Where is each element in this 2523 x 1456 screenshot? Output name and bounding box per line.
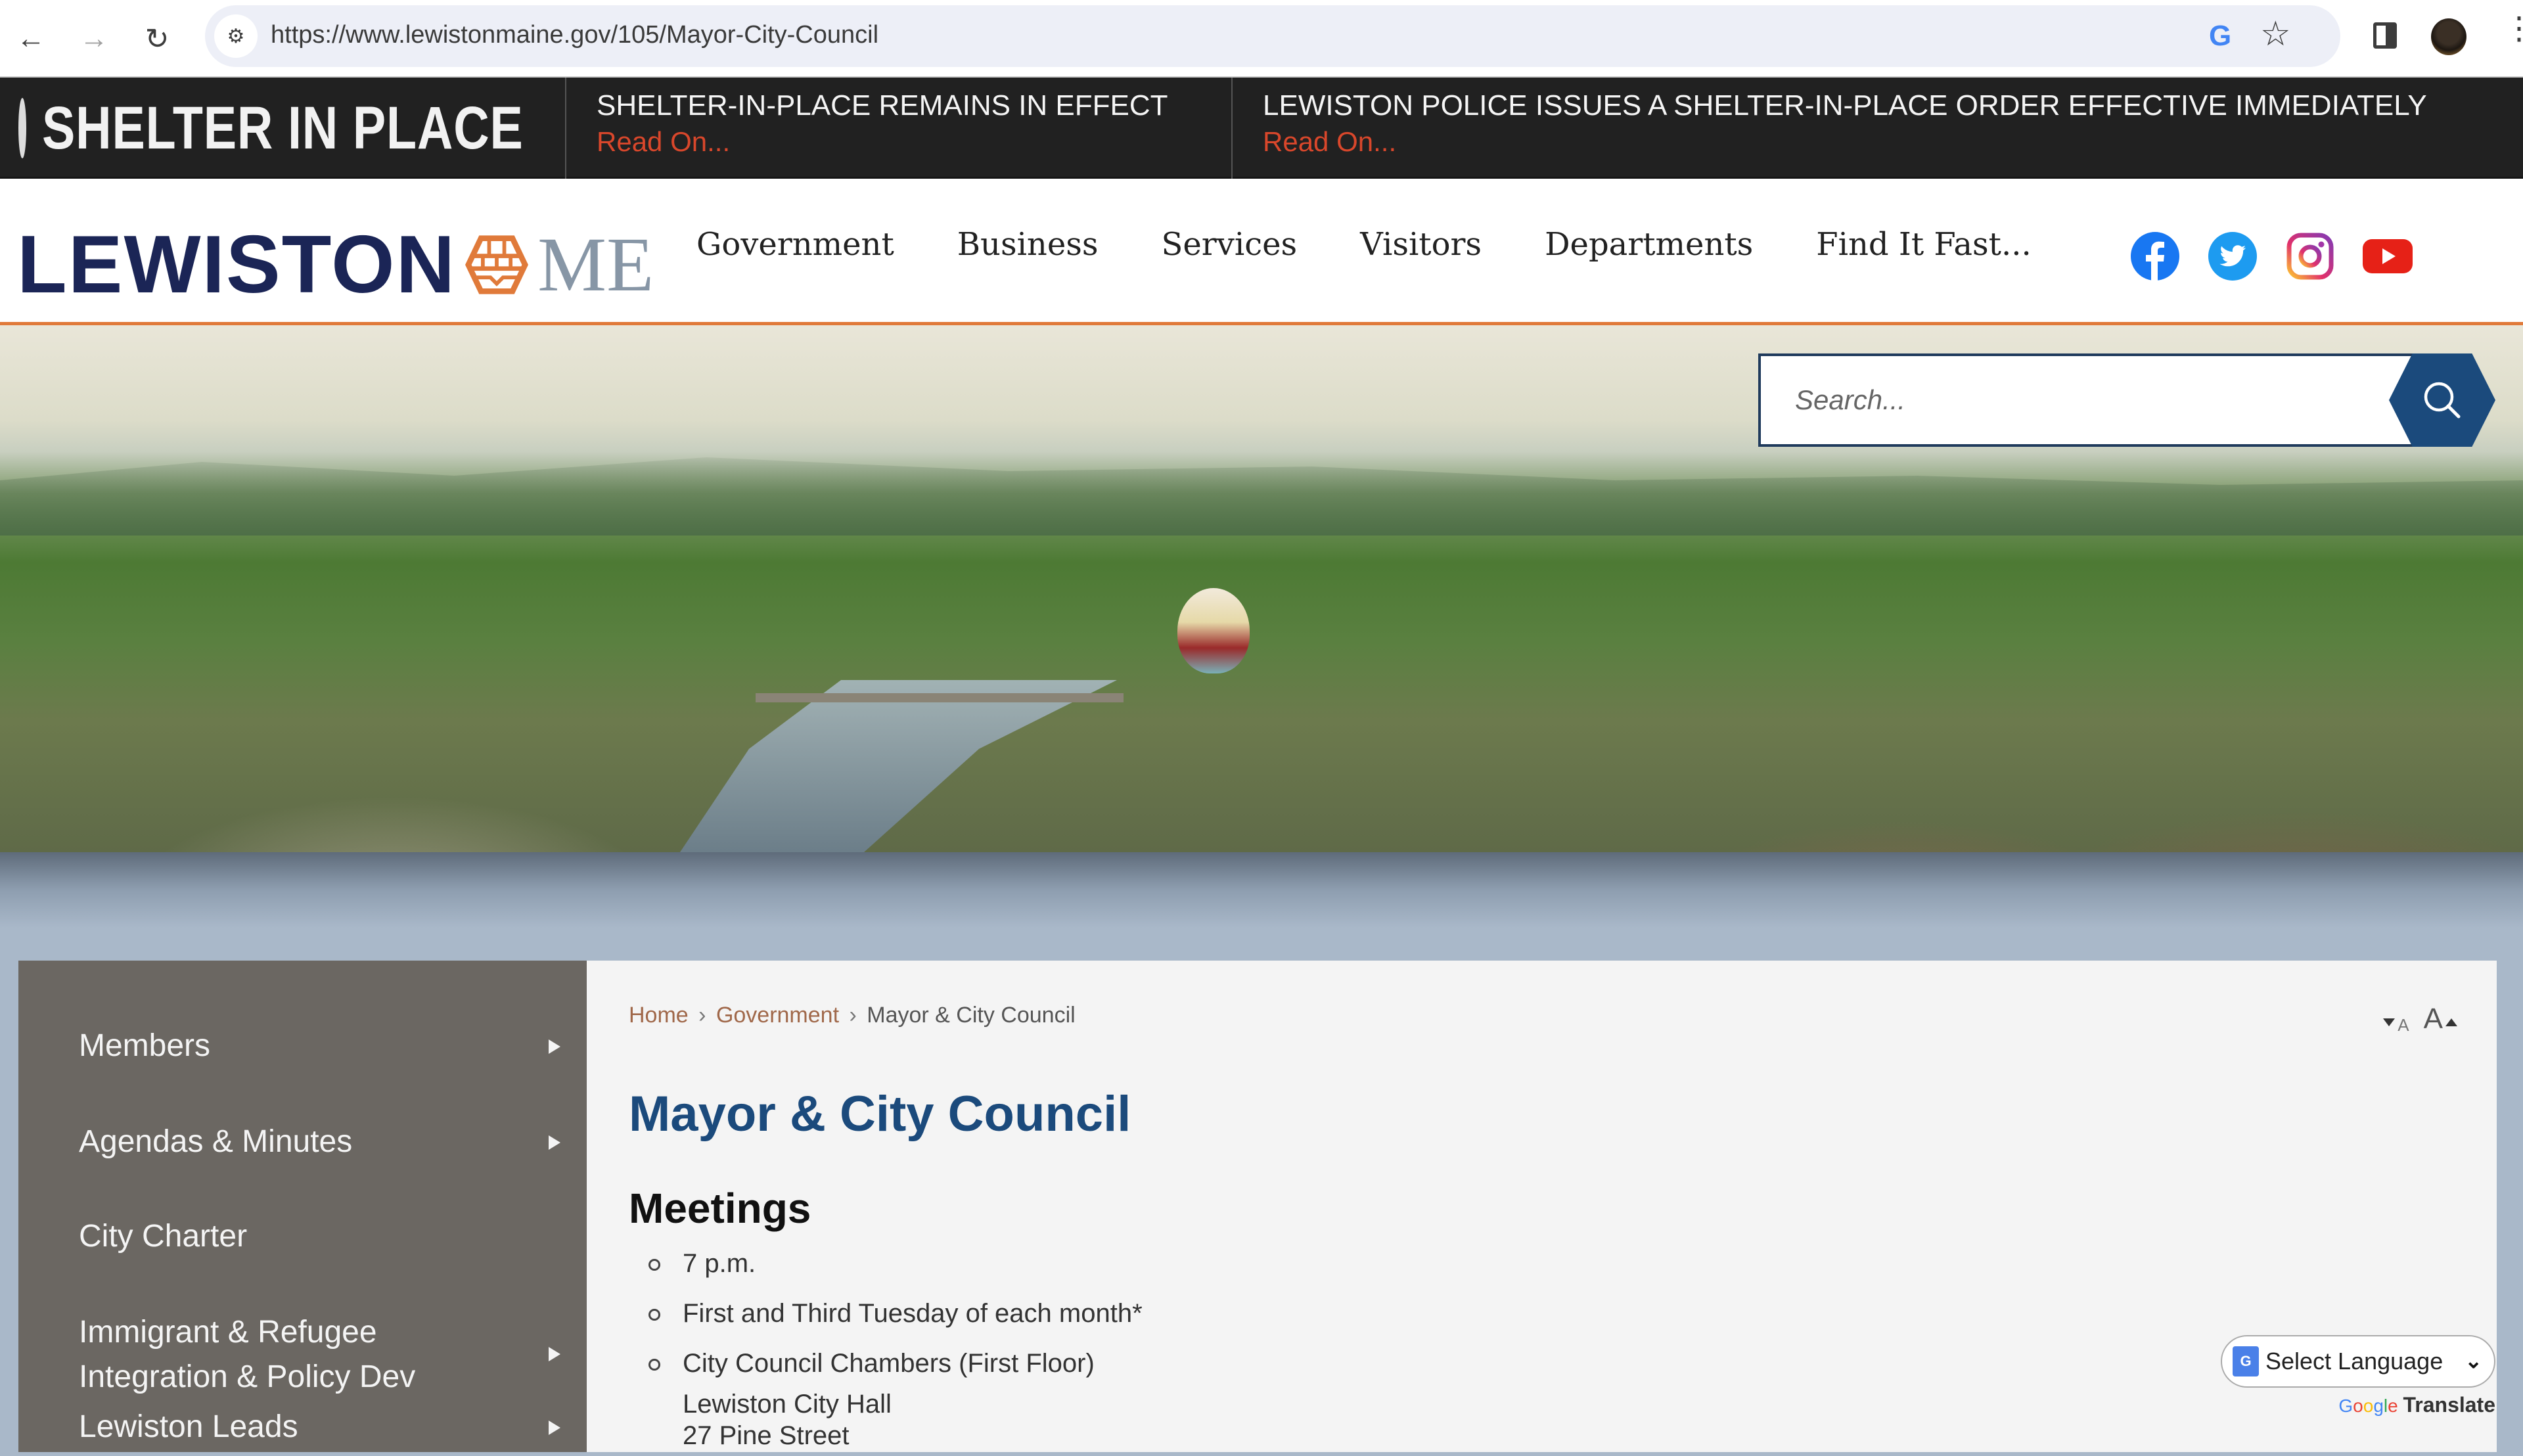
meeting-address-line: 27 Pine Street: [683, 1421, 850, 1450]
logo-hexagon-icon: [465, 235, 529, 294]
breadcrumb-current: Mayor & City Council: [867, 1003, 1076, 1028]
chevron-down-icon: ⌄: [2465, 1349, 2482, 1373]
main-navigation: Government Business Services Visitors De…: [696, 226, 2095, 263]
site-logo[interactable]: LEWISTON ME: [17, 218, 654, 311]
bookmark-star-icon[interactable]: ☆: [2260, 14, 2291, 54]
translate-word: Translate: [2403, 1393, 2495, 1417]
hero-balloon: [1177, 588, 1250, 673]
select-language-dropdown[interactable]: G Select Language ⌄: [2221, 1335, 2495, 1388]
meeting-location: City Council Chambers (First Floor): [629, 1343, 1143, 1384]
powered-by-google-translate[interactable]: Google Translate: [2221, 1393, 2495, 1417]
tune-icon: ⚙: [227, 25, 245, 47]
alert-item: LEWISTON POLICE ISSUES A SHELTER-IN-PLAC…: [1263, 78, 2511, 179]
back-arrow-icon: ←: [16, 22, 45, 55]
alert-title-block: SHELTER IN PLACE: [0, 78, 566, 179]
page-title: Mayor & City Council: [629, 1086, 1131, 1142]
nav-services[interactable]: Services: [1162, 226, 1298, 263]
browser-toolbar: ← → ↻ ⚙ https://www.lewistonmaine.gov/10…: [0, 0, 2523, 78]
sidebar-item-city-charter[interactable]: City Charter: [18, 1214, 587, 1259]
forward-button[interactable]: →: [71, 16, 117, 62]
alert-item: SHELTER-IN-PLACE REMAINS IN EFFECT Read …: [597, 78, 1233, 179]
submenu-arrow-icon[interactable]: [549, 1039, 560, 1054]
twitter-icon[interactable]: [2206, 230, 2259, 283]
nav-government[interactable]: Government: [696, 226, 894, 263]
decrease-text-button[interactable]: A: [2383, 1015, 2409, 1035]
breadcrumb-separator: ›: [698, 1003, 706, 1028]
search-icon: [2424, 382, 2461, 419]
alert-title: SHELTER IN PLACE: [42, 94, 524, 162]
sidebar-item-label: Lewiston Leads: [79, 1409, 298, 1444]
profile-avatar[interactable]: [2431, 18, 2466, 55]
alert-headline: SHELTER-IN-PLACE REMAINS IN EFFECT: [597, 89, 1168, 122]
sidebar-item-label: Agendas & Minutes: [79, 1124, 353, 1159]
site-info-button[interactable]: ⚙: [214, 14, 258, 58]
nav-business[interactable]: Business: [957, 226, 1099, 263]
sidebar-item-label-line1: Immigrant & Refugee: [79, 1315, 377, 1350]
browser-menu-icon[interactable]: ⋮: [2503, 13, 2523, 45]
breadcrumb-separator: ›: [849, 1003, 857, 1028]
hero-mountains: [0, 457, 2523, 535]
google-translate-icon: G: [2233, 1346, 2259, 1376]
search-input[interactable]: [1758, 353, 2422, 447]
sidebar-item-immigrant-refugee[interactable]: Immigrant & Refugee Integration & Policy…: [18, 1310, 587, 1399]
sidebar-item-agendas-minutes[interactable]: Agendas & Minutes: [18, 1120, 587, 1164]
hero-river: [680, 680, 1117, 852]
breadcrumb-government[interactable]: Government: [716, 1003, 839, 1028]
submenu-arrow-icon[interactable]: [549, 1135, 560, 1150]
google-wordmark: Google: [2338, 1396, 2398, 1416]
url-text[interactable]: https://www.lewistonmaine.gov/105/Mayor-…: [271, 21, 878, 49]
alert-headline: LEWISTON POLICE ISSUES A SHELTER-IN-PLAC…: [1263, 89, 2427, 122]
meeting-schedule: First and Third Tuesday of each month*: [629, 1293, 1143, 1334]
section-sidebar: Members Agendas & Minutes City Charter I…: [18, 961, 587, 1452]
facebook-icon[interactable]: [2129, 230, 2181, 283]
google-translate-widget: G Select Language ⌄ Google Translate: [2221, 1335, 2495, 1417]
meetings-heading: Meetings: [629, 1185, 811, 1232]
increase-triangle-icon: [2445, 1018, 2457, 1026]
small-a-icon: A: [2398, 1015, 2409, 1035]
sidebar-item-label-line2: Integration & Policy Dev: [79, 1359, 416, 1394]
decrease-triangle-icon: [2383, 1018, 2396, 1026]
sidebar-item-label: City Charter: [79, 1219, 248, 1254]
emergency-alert-bar: SHELTER IN PLACE SHELTER-IN-PLACE REMAIN…: [0, 78, 2523, 179]
reload-icon: ↻: [145, 22, 170, 55]
nav-departments[interactable]: Departments: [1545, 226, 1753, 263]
breadcrumb-home[interactable]: Home: [629, 1003, 689, 1028]
site-header: LEWISTON ME Government Business Services…: [0, 179, 2523, 325]
meetings-list: 7 p.m. First and Third Tuesday of each m…: [629, 1243, 1143, 1456]
instagram-icon[interactable]: [2284, 230, 2336, 283]
sidebar-item-members[interactable]: Members: [18, 1024, 587, 1068]
hero-shadow-band: [0, 852, 2523, 961]
logo-wordmark: LEWISTON: [17, 219, 457, 310]
address-bar[interactable]: ⚙ https://www.lewistonmaine.gov/105/Mayo…: [205, 5, 2340, 67]
main-content: Home › Government › Mayor & City Council…: [587, 961, 2497, 1452]
submenu-arrow-icon[interactable]: [549, 1421, 560, 1435]
side-panel-icon[interactable]: [2373, 22, 2397, 49]
social-links: [2129, 230, 2414, 283]
breadcrumb: Home › Government › Mayor & City Council: [629, 1003, 1076, 1028]
sidebar-item-lewiston-leads[interactable]: Lewiston Leads: [18, 1405, 587, 1449]
reload-button[interactable]: ↻: [134, 16, 180, 62]
google-lens-icon[interactable]: G: [2209, 20, 2231, 53]
read-on-link[interactable]: Read On...: [597, 126, 1231, 158]
logo-state: ME: [537, 221, 654, 307]
read-on-link[interactable]: Read On...: [1263, 126, 2511, 158]
large-a-icon: A: [2423, 1003, 2443, 1035]
submenu-arrow-icon[interactable]: [549, 1347, 560, 1361]
site-search: [1758, 353, 2495, 447]
hero-bridge: [756, 693, 1124, 702]
meeting-time: 7 p.m.: [629, 1243, 1143, 1284]
nav-visitors[interactable]: Visitors: [1360, 226, 1482, 263]
text-resize-controls: A A: [2383, 1003, 2457, 1035]
increase-text-button[interactable]: A: [2424, 1003, 2457, 1035]
back-button[interactable]: ←: [8, 16, 54, 62]
nav-find-it-fast[interactable]: Find It Fast...: [1816, 226, 2031, 263]
alert-beacon-icon: [18, 98, 26, 158]
select-language-label: Select Language: [2265, 1348, 2443, 1375]
sidebar-item-label: Members: [79, 1028, 211, 1063]
forward-arrow-icon: →: [80, 22, 108, 55]
youtube-icon[interactable]: [2361, 230, 2414, 283]
